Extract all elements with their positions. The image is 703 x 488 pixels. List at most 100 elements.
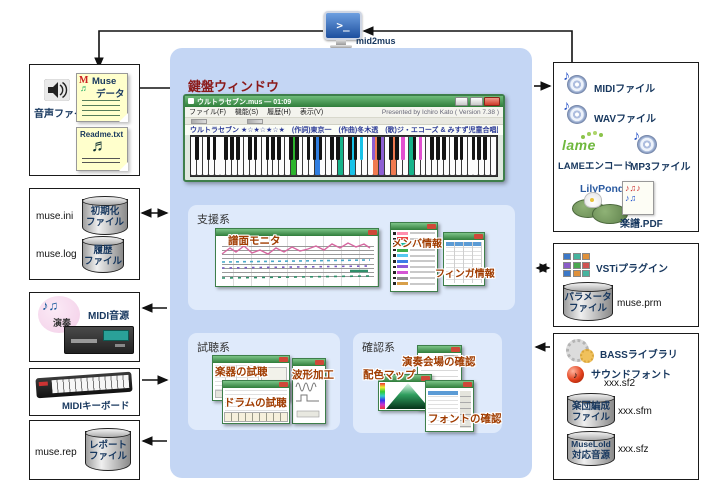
keyboard-window-menubar: ファイル(F) 機能(S) 履歴(H) 表示(V) Presented by I… bbox=[185, 107, 503, 118]
maximize-button[interactable] bbox=[470, 97, 483, 106]
section-confirm-label: 確認系 bbox=[362, 339, 395, 355]
piano-black-key bbox=[348, 137, 352, 160]
midi-keyboard-label: MIDIキーボード bbox=[62, 398, 130, 412]
member-row bbox=[393, 281, 435, 286]
drum-audition-label: ドラムの試聴 bbox=[224, 395, 287, 410]
piano-black-key bbox=[224, 137, 228, 160]
member-row bbox=[393, 253, 435, 258]
vsti-plugin-icon bbox=[563, 253, 590, 277]
font-label: フォントの確認 bbox=[428, 411, 502, 426]
slider-1[interactable] bbox=[191, 119, 207, 124]
piano-white-key bbox=[491, 137, 496, 175]
log-cyl-line1: 履歴 bbox=[93, 245, 112, 256]
mp3-file-icon: ♪ bbox=[634, 133, 657, 154]
piano-black-key bbox=[377, 137, 381, 160]
pdf-notes-glyphs-2: ♪♫ bbox=[625, 193, 636, 203]
colormap-label: 配色マップ bbox=[363, 367, 416, 382]
font-titlebar bbox=[426, 381, 473, 388]
report-cylinder-icon: レポート ファイル bbox=[85, 431, 131, 471]
score-pdf-icon: ♪♫♪ ♪♫ bbox=[622, 181, 654, 215]
piano-black-key bbox=[372, 137, 376, 160]
mp3-disc-note: ♪ bbox=[633, 127, 640, 143]
midi-source-label: MIDI音源 bbox=[88, 307, 129, 322]
piano-black-key bbox=[230, 137, 234, 160]
member-info-titlebar bbox=[391, 223, 437, 230]
output-files-box: ♪ MIDIファイル ♪ WAVファイル lame LAMEエンコード ♪ MP… bbox=[553, 62, 699, 232]
keyboard-window-toolbar bbox=[185, 118, 503, 125]
sound-module-icon bbox=[64, 326, 134, 354]
soundfont-note: ♪ bbox=[573, 370, 578, 380]
report-file-box: muse.rep レポート ファイル bbox=[29, 420, 140, 480]
close-button[interactable] bbox=[484, 97, 500, 106]
muse-data-note: M ♬ Muse データ bbox=[76, 73, 128, 122]
piano-black-key bbox=[395, 137, 399, 160]
report-cyl-line1: レポート bbox=[89, 440, 127, 451]
band-cyl-line1: 楽団編成 bbox=[572, 401, 610, 412]
piano-black-key bbox=[213, 137, 217, 160]
midi-keyboard-keys bbox=[52, 375, 130, 393]
midi-source-box: ♪♫ 演奏 MIDI音源 bbox=[29, 292, 140, 362]
ini-cyl-line2: ファイル bbox=[86, 217, 124, 228]
venue-titlebar bbox=[418, 346, 461, 353]
muse-main-panel: 鍵盤ウィンドウ ウルトラセブン.mus — 01:09 ファイル(F) 機能(S… bbox=[170, 48, 532, 478]
member-info-label: メンバ情報 bbox=[392, 235, 442, 250]
presented-by-text: Presented by Ichiro Kato ( Version 7.38 … bbox=[382, 109, 499, 116]
soundfont-icon: ♪ bbox=[567, 366, 584, 383]
diagram-stage: >_ mid2mus 音声ファイル M ♬ Muse データ Readme.tx… bbox=[0, 0, 703, 488]
perf-notes-icon: ♪♫ bbox=[42, 298, 58, 313]
instrument-audition-label: 楽器の試聴 bbox=[215, 364, 268, 379]
song-info-row: ウルトラセブン ★☆★☆★☆★ (作詞)東京一 (作曲)冬木透 (歌)ジ・エコー… bbox=[185, 125, 503, 135]
piano-black-key bbox=[195, 137, 199, 160]
slider-2[interactable] bbox=[247, 119, 263, 124]
member-row bbox=[393, 259, 435, 264]
piano-black-key bbox=[319, 137, 323, 160]
audio-file-box: 音声ファイル M ♬ Muse データ Readme.txt ♬ bbox=[29, 64, 140, 176]
readme-music-icon: ♬ bbox=[91, 136, 108, 156]
piano-black-key bbox=[460, 137, 464, 160]
piano-black-key bbox=[266, 137, 270, 160]
member-row bbox=[393, 265, 435, 270]
midi-disc-note: ♪ bbox=[563, 67, 570, 83]
ini-cyl-line1: 初期化 bbox=[91, 206, 120, 217]
menu-items[interactable]: ファイル(F) 機能(S) 履歴(H) 表示(V) bbox=[189, 107, 382, 117]
piano-black-key bbox=[336, 137, 340, 160]
finger-info-titlebar bbox=[444, 233, 484, 240]
piano-black-key bbox=[295, 137, 299, 160]
score-monitor-label: 譜面モニタ bbox=[228, 233, 281, 248]
drum-titlebar bbox=[223, 381, 289, 388]
piano-black-key bbox=[360, 137, 364, 160]
param-cyl-line1: パラメータ bbox=[564, 292, 611, 303]
lily-center bbox=[590, 198, 594, 202]
piano-black-key bbox=[419, 137, 423, 160]
muse-note-rules bbox=[82, 100, 120, 117]
piano-black-key bbox=[436, 137, 440, 160]
piano-black-key bbox=[442, 137, 446, 160]
log-cylinder-icon: 履歴 ファイル bbox=[82, 239, 124, 273]
lame-dots-icon bbox=[580, 131, 604, 140]
finger-info-label: フィンガ情報 bbox=[435, 265, 495, 280]
piano-black-key bbox=[330, 137, 334, 160]
keyboard-window-title: 鍵盤ウィンドウ bbox=[188, 76, 279, 95]
readme-rules bbox=[82, 158, 120, 166]
keyboard-window-titlebar: ウルトラセブン.mus — 01:09 bbox=[185, 96, 503, 107]
muse-note-subtitle: データ bbox=[96, 86, 125, 100]
instrument-titlebar bbox=[213, 356, 289, 363]
muse-rep-label: muse.rep bbox=[35, 447, 77, 458]
module-screen bbox=[103, 330, 129, 341]
midi-keyboard-icon bbox=[35, 372, 132, 399]
section-audition: 試聴系 楽器の試聴 波形加工 bbox=[188, 333, 340, 430]
midi-file-icon: ♪ bbox=[564, 73, 587, 94]
museloid-cyl-line2: 対応音源 bbox=[572, 450, 610, 461]
minimize-button[interactable] bbox=[455, 97, 468, 106]
piano-black-key bbox=[389, 137, 393, 160]
midi-keyboard-led bbox=[39, 382, 48, 387]
speaker-icon bbox=[44, 79, 70, 101]
piano-black-key bbox=[483, 137, 487, 160]
midi-file-label: MIDIファイル bbox=[594, 80, 655, 95]
piano-black-key bbox=[277, 137, 281, 160]
section-support: 支援系 譜面モニタ bbox=[188, 205, 515, 310]
lame-encode-label: LAMEエンコード bbox=[558, 158, 632, 172]
config-files-box: muse.ini 初期化 ファイル muse.log 履歴 ファイル bbox=[29, 188, 140, 280]
piano-black-key bbox=[254, 137, 258, 160]
mp3-file-label: MP3ファイル bbox=[630, 158, 691, 173]
